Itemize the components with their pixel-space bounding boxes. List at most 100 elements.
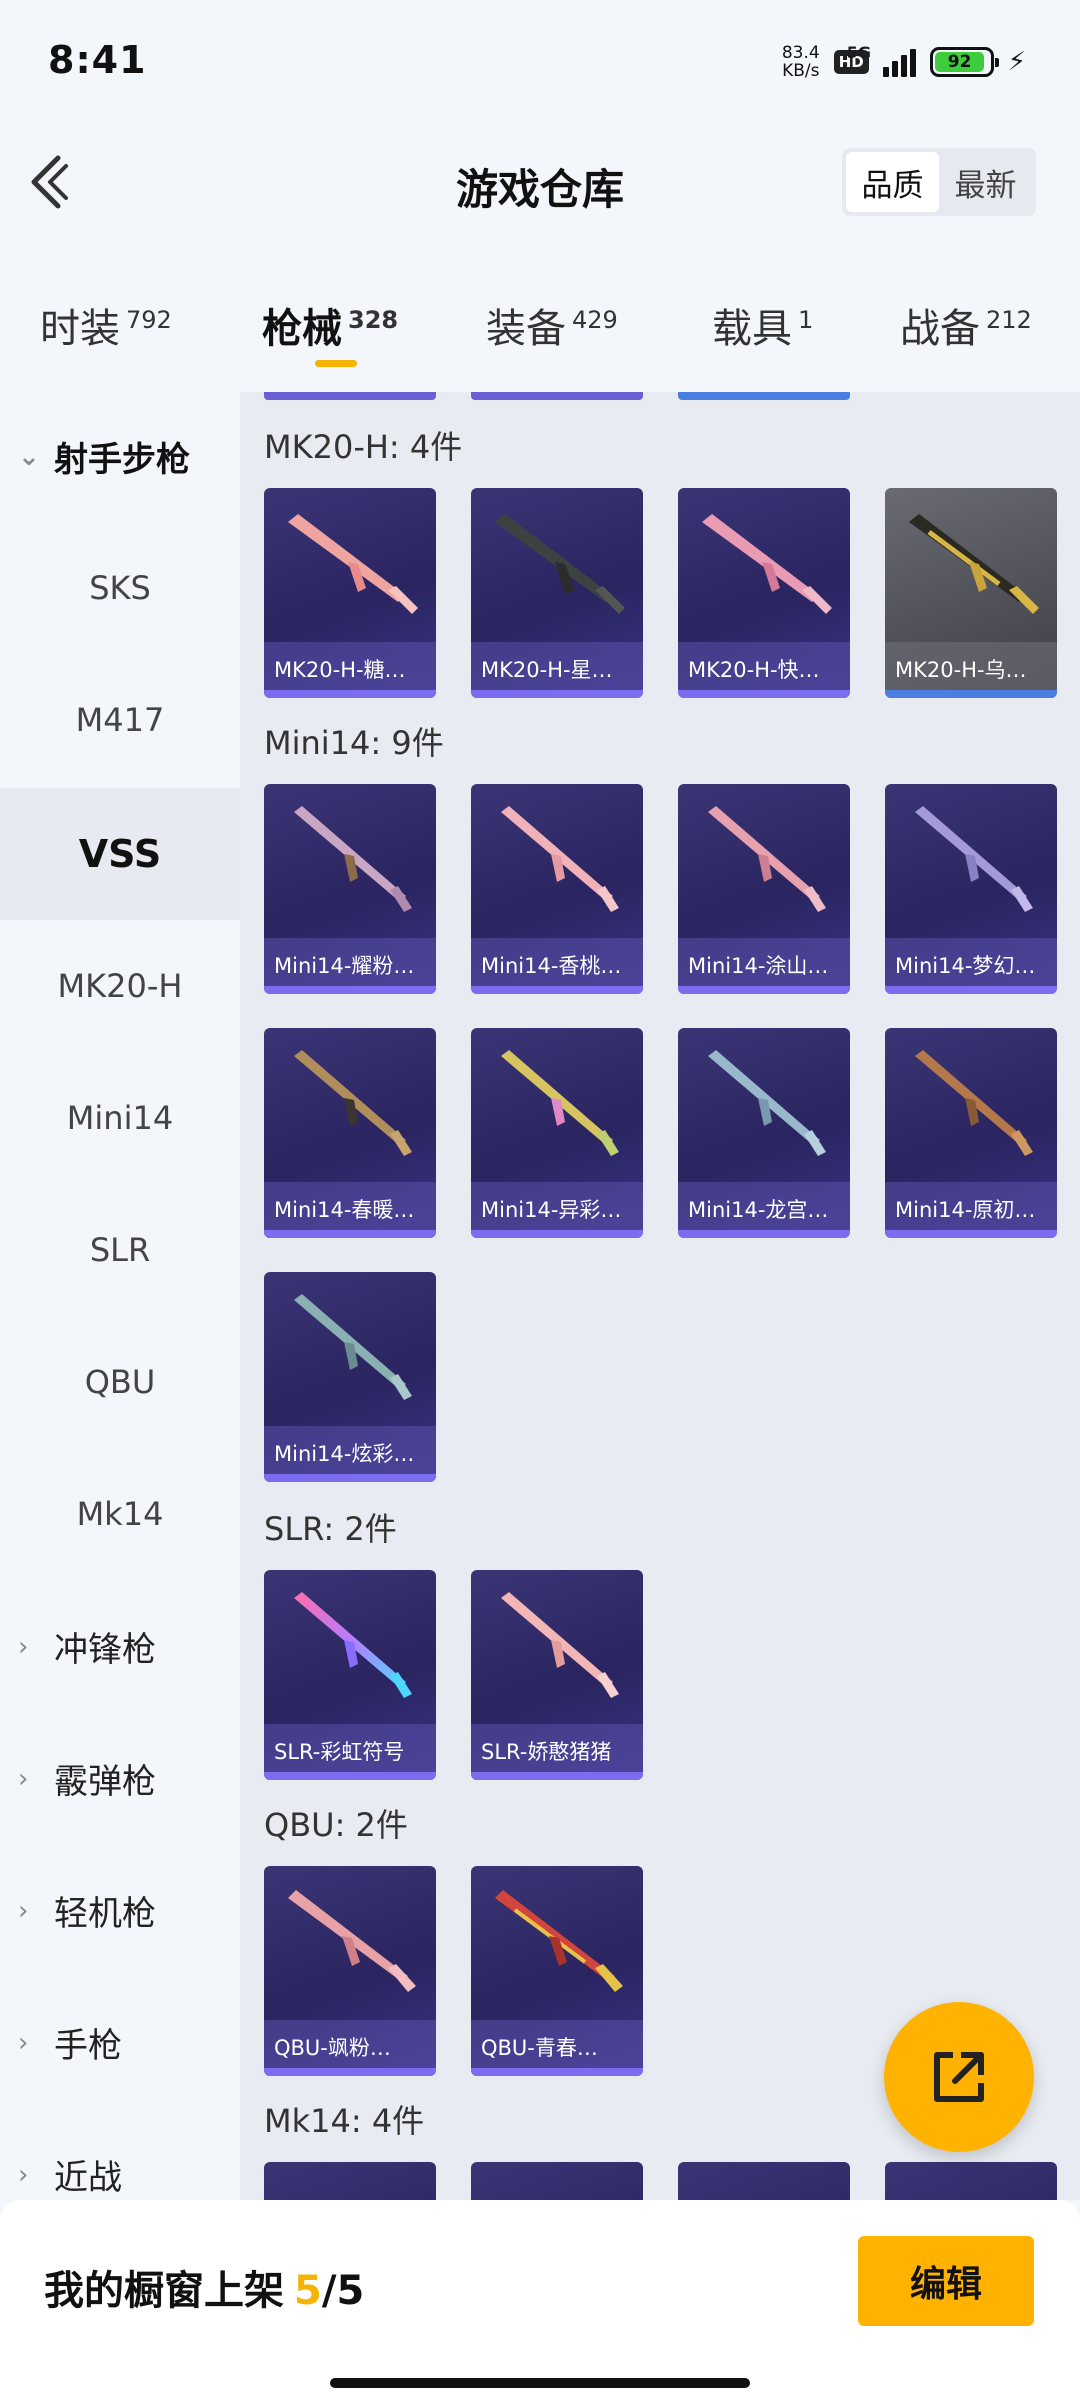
item-card[interactable]: SLR-娇憨猪猪 — [471, 1570, 643, 1780]
item-name: MK20-H-星… — [471, 642, 643, 690]
item-card[interactable]: Mini14-炫彩… — [264, 1272, 436, 1482]
signal-icon: 5G — [847, 43, 916, 77]
item-card[interactable] — [471, 2162, 643, 2200]
sidebar-category-marksman[interactable]: ⌄ 射手步枪 — [18, 432, 190, 481]
sidebar-category-label: 霰弹枪 — [54, 1762, 156, 1802]
rifle-icon — [501, 1050, 619, 1156]
status-time: 8:41 — [48, 38, 147, 82]
tab-label: 战备 — [900, 306, 980, 352]
sidebar-category-lmg[interactable]: › 轻机枪 — [18, 1886, 156, 1935]
rarity-bar — [264, 986, 436, 994]
rarity-bar — [678, 690, 850, 698]
rarity-bar — [885, 986, 1057, 994]
sidebar-item-sks[interactable]: SKS — [0, 522, 240, 654]
tab-equipment[interactable]: 装备 429 — [486, 296, 618, 354]
sidebar-item-mini14[interactable]: Mini14 — [0, 1052, 240, 1184]
header: 游戏仓库 品质 最新 — [0, 130, 1080, 240]
sidebar: ⌄ 射手步枪 SKS M417 VSS MK20-H Mini14 SLR QB… — [0, 392, 240, 2200]
rarity-bar — [264, 2068, 436, 2076]
edit-button[interactable]: 编辑 — [858, 2236, 1034, 2326]
rifle-icon — [294, 1050, 412, 1156]
showcase-current-count: 5 — [294, 2268, 322, 2314]
item-card[interactable]: Mini14-原初… — [885, 1028, 1057, 1238]
sidebar-category-smg[interactable]: › 冲锋枪 — [18, 1622, 156, 1671]
tab-supplies[interactable]: 战备 212 — [900, 296, 1032, 354]
battery-level: 92 — [934, 52, 985, 72]
showcase-label: 我的橱窗上架 — [44, 2268, 284, 2314]
item-card[interactable]: QBU-青春… — [471, 1866, 643, 2076]
rarity-bar — [678, 986, 850, 994]
item-card[interactable]: SLR-彩虹符号 — [264, 1570, 436, 1780]
item-card[interactable]: Mini14-涂山… — [678, 784, 850, 994]
category-tabs: 时装 792 枪械 328 装备 429 载具 1 战备 212 — [0, 270, 1080, 370]
tab-count: 328 — [348, 305, 399, 334]
item-card[interactable] — [885, 2162, 1057, 2200]
share-button[interactable] — [884, 2002, 1034, 2152]
group-title-slr: SLR: 2件 — [264, 1510, 397, 1548]
item-card[interactable]: QBU-飒粉… — [264, 1866, 436, 2076]
item-name: MK20-H-糖… — [264, 642, 436, 690]
status-icons: 83.4 KB/s HD 5G 92 ⚡ — [782, 43, 1026, 80]
chevron-down-icon: ⌄ — [18, 441, 40, 472]
rifle-icon — [708, 1050, 826, 1156]
tab-count: 429 — [572, 305, 618, 334]
rarity-bar — [471, 1230, 643, 1238]
sort-newest-button[interactable]: 最新 — [939, 152, 1032, 212]
item-name: SLR-娇憨猪猪 — [471, 1724, 643, 1772]
sidebar-item-mk20h[interactable]: MK20-H — [0, 920, 240, 1052]
sidebar-item-mk14[interactable]: Mk14 — [0, 1448, 240, 1580]
sidebar-item-m417[interactable]: M417 — [0, 654, 240, 786]
item-card[interactable]: Mini14-梦幻… — [885, 784, 1057, 994]
tab-fashion[interactable]: 时装 792 — [40, 296, 172, 354]
rifle-red-icon — [495, 1890, 623, 1992]
item-card[interactable] — [678, 2162, 850, 2200]
sidebar-category-shotgun[interactable]: › 霰弹枪 — [18, 1754, 156, 1803]
tab-vehicles[interactable]: 载具 1 — [712, 296, 813, 354]
sidebar-category-pistol[interactable]: › 手枪 — [18, 2018, 122, 2067]
rarity-bar — [264, 1772, 436, 1780]
item-name: Mini14-梦幻… — [885, 938, 1057, 986]
sidebar-category-label: 射手步枪 — [54, 440, 190, 480]
sidebar-category-label: 冲锋枪 — [54, 1630, 156, 1670]
rifle-pink-icon — [288, 1890, 416, 1992]
rarity-bar — [885, 690, 1057, 698]
sort-quality-button[interactable]: 品质 — [846, 152, 939, 212]
item-name: Mini14-炫彩… — [264, 1426, 436, 1474]
sidebar-item-slr[interactable]: SLR — [0, 1184, 240, 1316]
share-icon — [934, 2052, 984, 2102]
tab-label: 载具 — [712, 306, 792, 352]
item-name: MK20-H-乌… — [885, 642, 1057, 690]
sidebar-item-qbu[interactable]: QBU — [0, 1316, 240, 1448]
network-speed: 83.4 KB/s — [782, 44, 820, 80]
item-card[interactable] — [264, 2162, 436, 2200]
rarity-bar — [471, 690, 643, 698]
item-card[interactable]: MK20-H-快… — [678, 488, 850, 698]
rifle-icon — [501, 806, 619, 912]
item-card[interactable]: Mini14-异彩… — [471, 1028, 643, 1238]
item-card[interactable]: Mini14-香桃… — [471, 784, 643, 994]
rarity-bar — [471, 1772, 643, 1780]
tab-label: 枪械 — [262, 306, 342, 352]
partial-card — [471, 392, 643, 400]
sidebar-item-vss[interactable]: VSS — [0, 788, 240, 920]
item-card[interactable]: Mini14-耀粉… — [264, 784, 436, 994]
rifle-gold-icon — [909, 514, 1039, 614]
item-card[interactable]: Mini14-春暖… — [264, 1028, 436, 1238]
sidebar-category-label: 近战 — [54, 2158, 122, 2198]
active-tab-indicator — [315, 360, 357, 367]
item-card[interactable]: Mini14-龙宫… — [678, 1028, 850, 1238]
sidebar-category-label: 轻机枪 — [54, 1894, 156, 1934]
sidebar-category-melee[interactable]: › 近战 — [18, 2150, 122, 2199]
rifle-icon — [915, 806, 1033, 912]
rifle-icon — [915, 1050, 1033, 1156]
home-indicator[interactable] — [330, 2378, 750, 2388]
item-name: Mini14-涂山… — [678, 938, 850, 986]
item-card[interactable]: MK20-H-星… — [471, 488, 643, 698]
showcase-status: 我的橱窗上架 5/5 — [44, 2258, 364, 2316]
tab-firearms[interactable]: 枪械 328 — [262, 296, 398, 354]
item-card[interactable]: MK20-H-乌… — [885, 488, 1057, 698]
item-grid: MK20-H: 4件 MK20-H-糖… MK20-H-星… MK20-H-快…… — [240, 392, 1080, 2200]
item-name: Mini14-春暖… — [264, 1182, 436, 1230]
group-title-mk20h: MK20-H: 4件 — [264, 428, 463, 466]
item-card[interactable]: MK20-H-糖… — [264, 488, 436, 698]
